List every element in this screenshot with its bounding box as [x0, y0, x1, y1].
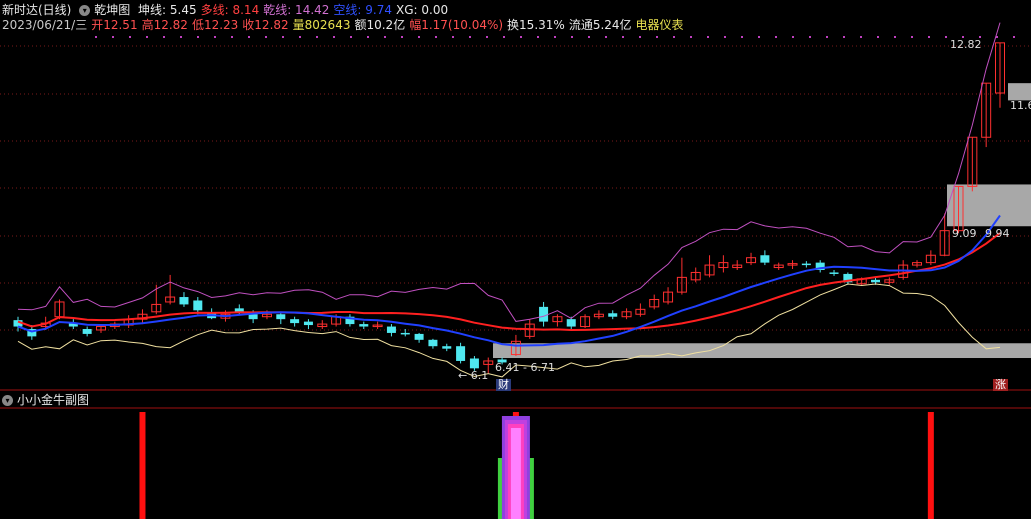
candle-body	[442, 346, 452, 349]
subchart-title[interactable]: 小小金牛副图	[17, 392, 89, 408]
marker-dot	[401, 36, 403, 38]
candle-body	[234, 308, 244, 312]
marker-dot	[809, 36, 811, 38]
marker-dot	[877, 36, 879, 38]
marker-dot	[486, 36, 488, 38]
marker-dot	[418, 36, 420, 38]
marker-dot	[894, 36, 896, 38]
marker-dot	[503, 36, 505, 38]
cai-badge: 财	[496, 378, 511, 391]
price-high-label: 12.82	[950, 38, 982, 51]
marker-dot	[622, 36, 624, 38]
marker-dot	[282, 36, 284, 38]
collapse-icon[interactable]: ▾	[2, 395, 13, 406]
candle-body	[179, 297, 189, 305]
signal-bar	[510, 428, 521, 519]
candle-body	[469, 358, 479, 369]
candle-body	[248, 314, 258, 320]
candle-body	[276, 314, 286, 320]
resist-band	[1008, 83, 1031, 101]
band-low-label: 9.09	[952, 227, 977, 240]
marker-dot	[367, 36, 369, 38]
candle-body	[829, 272, 839, 274]
marker-dot	[826, 36, 828, 38]
marker-dot	[435, 36, 437, 38]
marker-dot	[112, 36, 114, 38]
candle-body	[303, 321, 313, 326]
marker-dot	[724, 36, 726, 38]
marker-dot	[571, 36, 573, 38]
candle-body	[566, 319, 576, 327]
marker-dot	[520, 36, 522, 38]
marker-dot	[180, 36, 182, 38]
candle-body	[400, 332, 410, 335]
marker-dot	[299, 36, 301, 38]
subchart-header: ▾ 小小金牛副图	[2, 392, 93, 408]
marker-dot	[248, 36, 250, 38]
marker-dot	[129, 36, 131, 38]
support-band	[493, 343, 1031, 359]
band-zone	[947, 184, 1031, 227]
marker-dot	[741, 36, 743, 38]
marker-dot	[775, 36, 777, 38]
candle-body	[871, 279, 881, 283]
marker-dot	[605, 36, 607, 38]
marker-dot	[333, 36, 335, 38]
marker-dot	[231, 36, 233, 38]
marker-dot	[452, 36, 454, 38]
signal-bar	[927, 412, 934, 519]
marker-dot	[146, 36, 148, 38]
marker-dot	[588, 36, 590, 38]
marker-dot	[945, 36, 947, 38]
candle-body	[760, 255, 770, 263]
marker-dot	[469, 36, 471, 38]
marker-dot	[843, 36, 845, 38]
marker-dot	[554, 36, 556, 38]
resist-band-label: 11.65 -	[1010, 99, 1031, 112]
band-high-label: 9.94	[985, 227, 1010, 240]
candle-body	[82, 329, 92, 334]
duo-line	[17, 232, 1001, 332]
marker-dot	[537, 36, 539, 38]
marker-dot	[316, 36, 318, 38]
candle-body	[193, 300, 203, 311]
marker-dot	[197, 36, 199, 38]
marker-dot	[656, 36, 658, 38]
marker-dot	[792, 36, 794, 38]
marker-dot	[707, 36, 709, 38]
signal-bar	[139, 412, 146, 519]
marker-dot	[673, 36, 675, 38]
marker-dot	[384, 36, 386, 38]
marker-dot	[214, 36, 216, 38]
marker-dot	[350, 36, 352, 38]
marker-dot	[639, 36, 641, 38]
candle-body	[428, 339, 438, 347]
marker-dot	[860, 36, 862, 38]
marker-dot	[928, 36, 930, 38]
marker-dot	[758, 36, 760, 38]
candle-body	[801, 263, 811, 266]
marker-dot	[911, 36, 913, 38]
candle-body	[414, 333, 424, 340]
marker-dot	[690, 36, 692, 38]
support-band-label: 6.41 - 6.71	[495, 361, 555, 374]
marker-dot	[95, 36, 97, 38]
marker-dot	[265, 36, 267, 38]
zhang-badge: 涨	[993, 378, 1008, 391]
marker-dot	[1013, 36, 1015, 38]
candlestick-chart[interactable]	[0, 0, 1031, 519]
candle-body	[456, 346, 466, 361]
candle-body	[539, 306, 549, 322]
candle-body	[359, 324, 369, 327]
price-low-label: ← 6.1	[458, 369, 489, 382]
candle-body	[386, 326, 396, 333]
candle-body	[290, 319, 300, 324]
candle-body	[608, 313, 618, 317]
qian-line	[17, 22, 1001, 322]
marker-dot	[163, 36, 165, 38]
